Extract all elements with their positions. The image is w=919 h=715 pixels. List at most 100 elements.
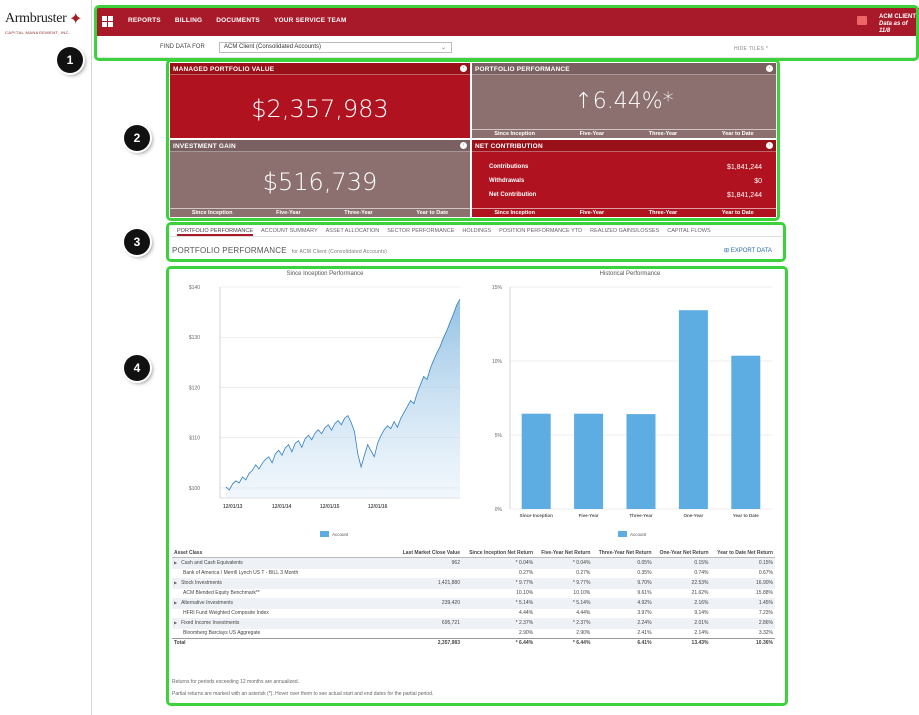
callout-badge-3: 3 — [124, 229, 150, 255]
col-five-year: Five-Year Net Return — [535, 549, 593, 558]
cell-text: 9.61% — [637, 589, 652, 596]
logo-wordmark: Armbruster — [5, 11, 67, 26]
top-nav-bar: REPORTS BILLING DOCUMENTS YOUR SERVICE T… — [96, 8, 919, 36]
withdrawal-value: $0 — [754, 177, 762, 185]
hide-tiles-link[interactable]: HIDE TILES ^ — [734, 46, 768, 52]
net-contribution-value: $1,841,244 — [726, 191, 762, 199]
cell-text: 2.41% — [637, 629, 652, 636]
contribution-rows: Contributions $1,841,244 Withdrawals $0 … — [489, 160, 762, 202]
chevron-right-icon[interactable]: › — [460, 142, 467, 149]
tab-capital-flows[interactable]: CAPITAL FLOWS — [667, 226, 710, 236]
table-row[interactable]: ▶ Stock Investments 1,421,880 * 9.77% * 9.77… — [172, 578, 775, 589]
table-row[interactable]: ▶ Fixed Income Investments 695,721 * 2.37% *… — [172, 618, 775, 629]
nav-billing[interactable]: BILLING — [175, 17, 202, 24]
armbruster-logo[interactable]: Armbruster ✦ CAPITAL MANAGEMENT, INC. — [3, 6, 91, 38]
cell-text: Total — [174, 640, 186, 646]
tab-three-year[interactable]: Three-Year — [649, 210, 677, 217]
tab-holdings[interactable]: HOLDINGS — [462, 226, 491, 236]
tab-year-to-date[interactable]: Year to Date — [416, 210, 448, 217]
export-data-button[interactable]: ⊞ EXPORT DATA — [724, 247, 772, 254]
tile-investment-gain[interactable]: INVESTMENT GAIN › $516,739 Since Incepti… — [170, 140, 470, 217]
tab-three-year[interactable]: Three-Year — [344, 210, 372, 217]
table-row[interactable]: ▶ Cash and Cash Equivalents 962 * 0.04% * 0.… — [172, 557, 775, 569]
cell-text: 16.90% — [756, 579, 773, 586]
expand-caret-icon[interactable]: ▶ — [174, 560, 177, 565]
tab-year-to-date[interactable]: Year to Date — [722, 131, 754, 138]
table-row[interactable]: ▶ Alternative Investments 239,420 * 5.14% * … — [172, 598, 775, 609]
chevron-right-icon[interactable]: › — [460, 65, 467, 72]
tab-portfolio-performance[interactable]: PORTFOLIO PERFORMANCE — [177, 226, 253, 236]
client-info[interactable]: ACM CLIENT Data as of 11/8 — [879, 14, 919, 35]
col-asset-class: Asset Class — [172, 549, 342, 558]
nav-reports[interactable]: REPORTS — [128, 17, 161, 24]
cell-text: Fixed Income Investments — [181, 620, 240, 626]
value-cell: 6.41% — [592, 638, 654, 649]
asset-class-cell: Bloomberg Barclays US Aggregate — [172, 629, 342, 639]
tab-five-year[interactable]: Five-Year — [580, 210, 604, 217]
value-cell: 2.24% — [592, 618, 654, 629]
nav-documents[interactable]: DOCUMENTS — [216, 17, 260, 24]
tab-account-summary[interactable]: ACCOUNT SUMMARY — [261, 226, 318, 236]
chevron-right-icon[interactable]: › — [766, 65, 773, 72]
tab-asset-allocation[interactable]: ASSET ALLOCATION — [326, 226, 380, 236]
value-cell: 13.43% — [653, 638, 711, 649]
section-title: PORTFOLIO PERFORMANCE for ACM Client (Con… — [172, 246, 387, 255]
value-cell: * 5.14% — [535, 598, 593, 609]
tab-three-year[interactable]: Three-Year — [649, 131, 677, 138]
tab-five-year[interactable]: Five-Year — [580, 131, 604, 138]
account-select[interactable]: ACM Client (Consolidated Accounts) ⌄ — [219, 42, 452, 53]
account-area — [226, 299, 460, 498]
legend-swatch — [320, 531, 329, 537]
cell-text: 9.70% — [637, 579, 652, 586]
tile-managed-portfolio-value[interactable]: MANAGED PORTFOLIO VALUE › $2,357,983 — [170, 63, 470, 138]
y-tick-label: 0% — [495, 507, 503, 513]
tab-sector-performance[interactable]: SECTOR PERFORMANCE — [387, 226, 454, 236]
logo-mark-icon: ✦ — [69, 11, 83, 28]
value-cell: 4.44% — [535, 609, 592, 619]
value-cell: 9.61% — [592, 589, 653, 599]
tab-since-inception[interactable]: Since Inception — [494, 131, 535, 138]
value-cell: 3.97% — [592, 609, 653, 619]
cell-text: 21.62% — [691, 589, 709, 596]
tile-portfolio-performance[interactable]: PORTFOLIO PERFORMANCE › ↑6.44%* Since In… — [472, 63, 776, 138]
y-tick-label: $110 — [189, 436, 200, 442]
tab-since-inception[interactable]: Since Inception — [192, 210, 233, 217]
value-cell — [342, 609, 462, 619]
col-market-value: Last Market Close Value — [342, 549, 462, 558]
message-icon[interactable] — [857, 16, 867, 25]
cell-text: 2.90% — [518, 629, 534, 636]
x-category-label: One-Year — [684, 513, 704, 518]
cell-text: 2.24% — [637, 619, 652, 626]
tab-position-performance-ytd[interactable]: POSITION PERFORMANCE YTD — [499, 226, 582, 236]
asset-class-cell: ACM Blended Equity Benchmark** — [172, 589, 342, 599]
tab-realized-gains-losses[interactable]: REALIZED GAINS/LOSSES — [590, 226, 659, 236]
apps-grid-icon[interactable] — [102, 16, 113, 27]
tab-since-inception[interactable]: Since Inception — [494, 210, 535, 217]
x-tick-label: 12/01/13 — [223, 504, 243, 510]
y-tick-label: 5% — [495, 433, 503, 439]
section-title-text: PORTFOLIO PERFORMANCE — [172, 246, 287, 255]
tab-five-year[interactable]: Five-Year — [276, 210, 300, 217]
cell-text: 3.97% — [637, 609, 652, 616]
annualized-note: Returns for periods exceeding 12 months … — [172, 679, 300, 685]
cell-text: 1.45% — [758, 599, 773, 606]
expand-caret-icon[interactable]: ▶ — [174, 620, 177, 625]
tile-net-contribution[interactable]: NET CONTRIBUTION › Contributions $1,841,… — [472, 140, 776, 217]
cell-text: Bank of America / Merrill Lynch US T - B… — [183, 569, 299, 576]
nav-service-team[interactable]: YOUR SERVICE TEAM — [274, 17, 347, 24]
expand-caret-icon[interactable]: ▶ — [174, 580, 177, 585]
cell-text: 0.05% — [637, 559, 652, 566]
chevron-right-icon[interactable]: › — [766, 142, 773, 149]
tab-year-to-date[interactable]: Year to Date — [722, 210, 754, 217]
value-cell: * 6.44% — [535, 638, 593, 649]
cell-text: 10.36% — [756, 640, 773, 646]
y-tick-label: $140 — [189, 285, 200, 291]
expand-caret-icon[interactable]: ▶ — [174, 600, 177, 605]
x-tick-label: 12/01/15 — [320, 504, 340, 510]
x-category-label: Five-Year — [579, 513, 599, 518]
historical-performance-chart: 15% 10% 5% 0% Since Inception Five-Year Three-… — [492, 285, 772, 537]
bar — [678, 310, 708, 509]
asset-class-cell: ▶ Stock Investments — [172, 578, 342, 589]
value-cell — [342, 629, 462, 639]
main-nav: REPORTS BILLING DOCUMENTS YOUR SERVICE T… — [128, 17, 347, 24]
